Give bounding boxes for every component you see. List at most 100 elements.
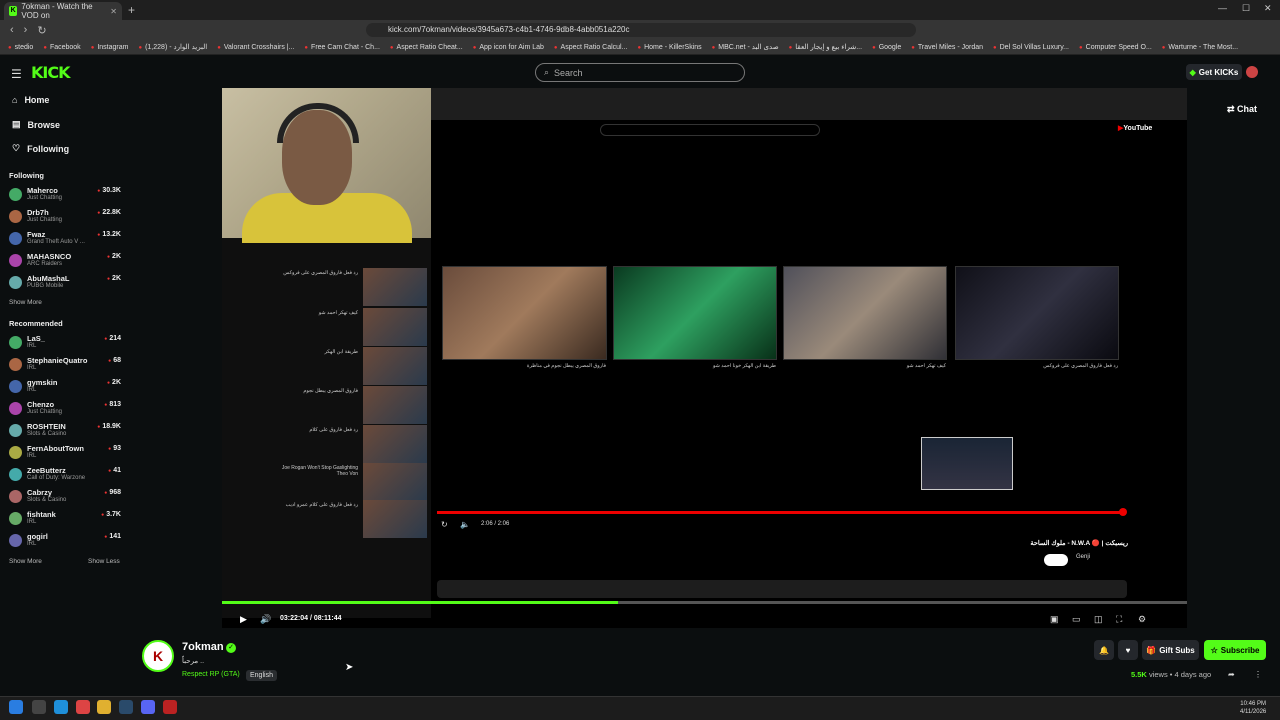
embedded-list-thumbnail — [363, 347, 427, 385]
windows-taskbar — [0, 696, 1280, 720]
sidebar-channel-item[interactable]: ChenzoJust Chatting 813 — [9, 399, 121, 419]
channel-name[interactable]: 7okman — [182, 641, 224, 653]
search-input[interactable]: ⌕ Search — [535, 63, 745, 82]
channel-name: StephanieQuatro — [27, 356, 88, 365]
viewer-count: 13.2K — [97, 231, 121, 238]
fullscreen-icon[interactable]: ⛶ — [1116, 614, 1122, 625]
sidebar-channel-item[interactable]: FernAboutTownIRL 93 — [9, 443, 121, 463]
bookmark-item[interactable]: MBC.net - صدى البد — [712, 43, 778, 51]
vod-controls-bar — [222, 604, 1187, 628]
brave-icon[interactable] — [76, 700, 90, 714]
sidebar-channel-item[interactable]: LaS_IRL 214 — [9, 333, 121, 353]
settings-icon[interactable]: ⚙ — [1138, 614, 1146, 625]
bookmark-item[interactable]: Travel Miles - Jordan — [911, 44, 983, 51]
kick-logo[interactable]: KICK — [31, 63, 70, 82]
maximize-icon[interactable]: ☐ — [1242, 3, 1250, 14]
sidebar-channel-item[interactable]: ROSHTEINSlots & Casino 18.9K — [9, 421, 121, 441]
steam-icon[interactable] — [119, 700, 133, 714]
taskbar-clock: 10:46 PM 4/11/2026 — [1240, 700, 1266, 716]
headphones-icon — [277, 103, 359, 143]
bookmark-item[interactable]: Valorant Crosshairs |... — [217, 44, 295, 51]
url-field[interactable]: kick.com/7okman/videos/3945a673-c4b1-474… — [366, 23, 916, 37]
bookmark-item[interactable]: Warturne - The Most... — [1162, 44, 1238, 51]
embedded-list-title: فاروق المصري يبطل نجوم — [303, 388, 358, 394]
forward-icon[interactable]: › — [24, 24, 28, 36]
edge-icon[interactable] — [54, 700, 68, 714]
share-icon[interactable]: ➦ — [1228, 670, 1235, 679]
windows-start-icon[interactable] — [9, 700, 23, 714]
stream-category[interactable]: Respect RP (GTA) — [182, 671, 240, 678]
subscribe-button[interactable]: ☆ Subscribe — [1204, 640, 1266, 660]
bookmark-item[interactable]: Aspect Ratio Calcul... — [554, 44, 628, 51]
obs-icon[interactable] — [163, 700, 177, 714]
channel-category: IRL — [27, 387, 37, 393]
sidebar-channel-item[interactable]: CabrzySlots & Casino 968 — [9, 487, 121, 507]
sidebar-channel-item[interactable]: StephanieQuatroIRL 68 — [9, 355, 121, 375]
gift-icon: 🎁 — [1146, 645, 1157, 655]
sidebar-channel-item[interactable]: gymskinIRL 2K — [9, 377, 121, 397]
bookmark-item[interactable]: Facebook — [43, 44, 81, 51]
sidebar-channel-item[interactable]: MAHASNCOARC Raiders 2K — [9, 251, 121, 271]
notification-bell-button[interactable]: 🔔 — [1094, 640, 1114, 660]
channel-avatar — [9, 468, 22, 481]
volume-icon[interactable]: 🔊 — [260, 614, 271, 625]
sidebar-channel-item[interactable]: gogirlIRL 141 — [9, 531, 121, 551]
get-kicks-button[interactable]: ◆ Get KICKs — [1186, 64, 1242, 80]
bookmark-item[interactable]: Google — [872, 44, 902, 51]
play-icon[interactable]: ▶ — [240, 614, 247, 625]
bookmark-item[interactable]: App icon for Aim Lab — [473, 44, 544, 51]
bookmark-item[interactable]: Instagram — [91, 44, 128, 51]
embedded-list-row: رد فعل فاروق على كلام عمرو اديب — [272, 500, 427, 540]
sidebar-channel-item[interactable]: MahercoJust Chatting 30.3K — [9, 185, 121, 205]
bookmark-item[interactable]: Free Cam Chat - Ch... — [304, 44, 380, 51]
minimize-icon[interactable]: — — [1218, 3, 1227, 13]
bookmark-item[interactable]: شراء بيع و إيجار العقا... — [789, 43, 862, 51]
close-window-icon[interactable]: ✕ — [1264, 3, 1272, 14]
channel-category: IRL — [27, 365, 37, 371]
browser-tab[interactable]: K 7okman - Watch the VOD on ✕ — [4, 2, 122, 20]
close-tab-icon[interactable]: ✕ — [110, 7, 117, 16]
embedded-list-thumbnail — [363, 386, 427, 424]
user-avatar[interactable] — [1246, 66, 1258, 78]
back-icon[interactable]: ‹ — [10, 24, 14, 36]
sidebar-item-following[interactable]: ♡ Following — [12, 143, 69, 154]
embedded-list-row: رد فعل فاروق المصري على فروكس — [272, 268, 427, 308]
recommended-heading: Recommended — [9, 319, 63, 328]
sidebar-channel-item[interactable]: AbuMashaLPUBG Mobile 2K — [9, 273, 121, 293]
search-taskbar-icon[interactable] — [32, 700, 46, 714]
embedded-list-thumbnail — [363, 425, 427, 463]
search-placeholder: Search — [554, 67, 583, 78]
sidebar-channel-item[interactable]: FwazGrand Theft Auto V ... 13.2K — [9, 229, 121, 249]
more-options-icon[interactable]: ⋮ — [1254, 670, 1262, 679]
chat-toggle-button[interactable]: ⇄ Chat — [1227, 104, 1257, 115]
reload-icon[interactable]: ↻ — [37, 24, 46, 37]
bookmark-item[interactable]: البريد الوارد - (1,228) — [138, 43, 207, 51]
clip-icon[interactable]: ▣ — [1050, 614, 1059, 625]
sidebar-channel-item[interactable]: fishtankIRL 3.7K — [9, 509, 121, 529]
embedded-list-title: Joe Rogan Won't Stop Gaslighting Theo Vo… — [281, 465, 358, 477]
follow-button[interactable]: ♥ — [1118, 640, 1138, 660]
gift-subs-button[interactable]: 🎁 Gift Subs — [1142, 640, 1199, 660]
file-explorer-icon[interactable] — [97, 700, 111, 714]
pip-icon[interactable]: ◫ — [1094, 614, 1103, 625]
menu-icon[interactable]: ☰ — [11, 67, 22, 81]
kick-favicon-icon: K — [9, 6, 18, 16]
bookmark-item[interactable]: Computer Speed O... — [1079, 44, 1152, 51]
bookmark-item[interactable]: Del Sol Villas Luxury... — [993, 44, 1069, 51]
language-tag[interactable]: English — [246, 670, 277, 681]
sidebar-item-browse[interactable]: ▤ Browse — [12, 119, 60, 130]
show-more-following[interactable]: Show More — [9, 299, 42, 306]
sidebar-channel-item[interactable]: Drb7hJust Chatting 22.8K — [9, 207, 121, 227]
show-less-recommended[interactable]: Show Less — [88, 558, 120, 565]
bookmark-item[interactable]: Aspect Ratio Cheat... — [390, 44, 463, 51]
new-tab-icon[interactable]: + — [128, 3, 135, 17]
show-more-recommended[interactable]: Show More — [9, 558, 42, 565]
sidebar-channel-item[interactable]: ZeeButterzCall of Duty: Warzone 41 — [9, 465, 121, 485]
theater-icon[interactable]: ▭ — [1072, 614, 1081, 625]
embedded-list-title: رد فعل فاروق على كلام عمرو اديب — [285, 502, 358, 508]
channel-avatar[interactable]: K — [142, 640, 174, 672]
bookmark-item[interactable]: Home - KillerSkins — [637, 44, 702, 51]
discord-icon[interactable] — [141, 700, 155, 714]
bookmark-item[interactable]: stedio — [8, 44, 34, 51]
sidebar-item-home[interactable]: ⌂ Home — [12, 95, 49, 105]
